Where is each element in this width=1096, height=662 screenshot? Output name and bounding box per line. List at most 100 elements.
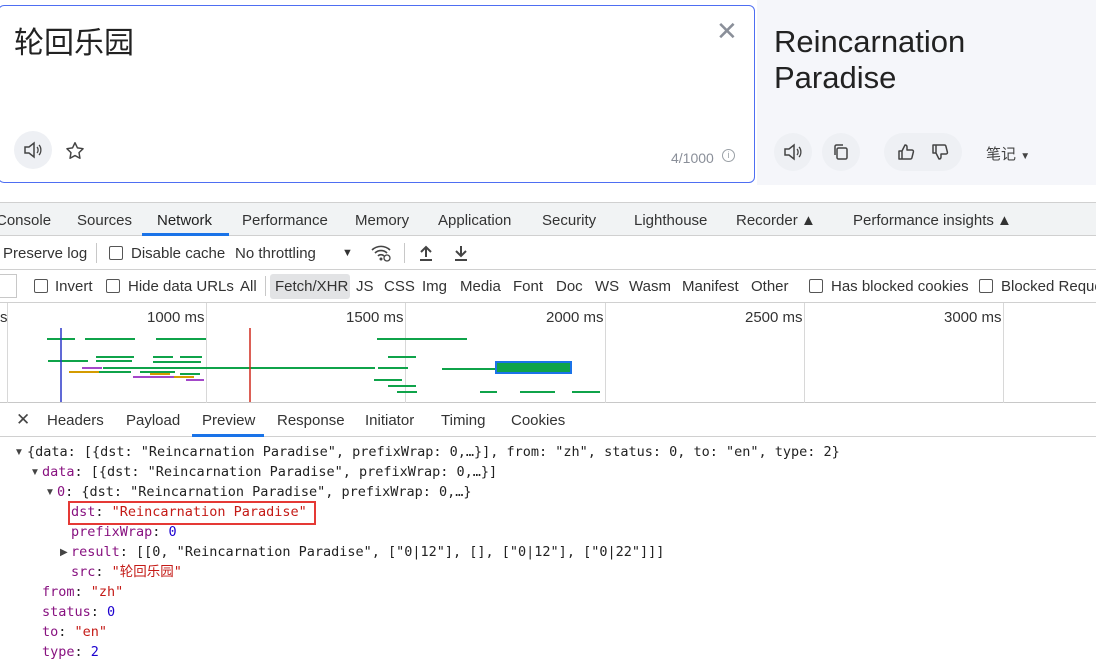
json-key: prefixWrap <box>71 524 153 540</box>
target-text: Reincarnation Paradise <box>774 24 966 95</box>
star-icon[interactable] <box>64 140 86 167</box>
tab-network[interactable]: Network <box>157 212 212 229</box>
type-filter-media[interactable]: Media <box>460 278 501 295</box>
blocked-requests-checkbox[interactable] <box>979 279 993 293</box>
json-value: [{dst: "Reincarnation Paradise", prefixW… <box>90 464 498 480</box>
caret-down-icon: ▼ <box>1020 151 1031 162</box>
type-filter-font[interactable]: Font <box>513 278 543 295</box>
tab-response[interactable]: Response <box>277 412 345 429</box>
tab-security[interactable]: Security <box>542 212 596 229</box>
type-filter-js[interactable]: JS <box>356 278 374 295</box>
source-speaker-button[interactable] <box>14 131 52 169</box>
copy-button[interactable] <box>822 133 860 171</box>
tab-performance-insights[interactable]: Performance insights <box>853 212 994 229</box>
preview-data-row[interactable]: data: [{dst: "Reincarnation Paradise", p… <box>42 462 497 482</box>
preview-root-summary[interactable]: {data: [{dst: "Reincarnation Paradise", … <box>27 442 840 462</box>
json-key: type <box>42 644 75 660</box>
tab-payload[interactable]: Payload <box>126 412 180 429</box>
request-detail-tabs: Headers Payload Preview Response Initiat… <box>0 403 1096 437</box>
expand-triangle-icon[interactable]: ▼ <box>45 487 55 498</box>
type-filter-other[interactable]: Other <box>751 278 789 295</box>
flask-icon: ▲ <box>997 212 1012 229</box>
invert-label[interactable]: Invert <box>55 278 93 295</box>
preview-from-row[interactable]: from: "zh" <box>42 582 123 602</box>
target-speaker-button[interactable] <box>774 133 812 171</box>
tab-performance[interactable]: Performance <box>242 212 328 229</box>
preview-src-row[interactable]: src: "轮回乐园" <box>71 562 182 582</box>
json-string-value: "轮回乐园" <box>111 564 182 580</box>
has-blocked-cookies-label[interactable]: Has blocked cookies <box>831 278 969 295</box>
tab-console[interactable]: Console <box>0 212 51 229</box>
type-filter-img[interactable]: Img <box>422 278 447 295</box>
tab-timing[interactable]: Timing <box>441 412 485 429</box>
devtools-tab-bar: Console Sources Network Performance Memo… <box>0 202 1096 236</box>
tab-recorder[interactable]: Recorder <box>736 212 798 229</box>
active-detail-tab-indicator <box>192 434 264 437</box>
network-conditions-icon[interactable] <box>370 243 392 268</box>
preview-item-row[interactable]: 0: {dst: "Reincarnation Paradise", prefi… <box>57 482 472 502</box>
close-icon[interactable]: ✕ <box>16 410 30 430</box>
type-filter-doc[interactable]: Doc <box>556 278 583 295</box>
json-value: {dst: "Reincarnation Paradise", prefixWr… <box>81 484 472 500</box>
json-key: src <box>71 564 96 580</box>
blocked-requests-label[interactable]: Blocked Reque <box>1001 278 1096 295</box>
hide-data-urls-checkbox[interactable] <box>106 279 120 293</box>
has-blocked-cookies-checkbox[interactable] <box>809 279 823 293</box>
expand-triangle-icon[interactable]: ▶ <box>60 547 68 558</box>
tab-memory[interactable]: Memory <box>355 212 409 229</box>
notes-label: 笔记 <box>986 146 1017 163</box>
json-key: result <box>71 544 120 560</box>
hide-data-urls-label[interactable]: Hide data URLs <box>128 278 234 295</box>
json-key: 0 <box>57 484 66 500</box>
preview-to-row[interactable]: to: "en" <box>42 622 107 642</box>
disable-cache-label[interactable]: Disable cache <box>131 245 225 262</box>
expand-triangle-icon[interactable]: ▼ <box>30 467 40 478</box>
tab-lighthouse[interactable]: Lighthouse <box>634 212 707 229</box>
tab-initiator[interactable]: Initiator <box>365 412 414 429</box>
preview-prefixwrap-row[interactable]: prefixWrap: 0 <box>71 522 177 542</box>
clear-icon[interactable]: ✕ <box>716 18 738 44</box>
type-filter-ws[interactable]: WS <box>595 278 619 295</box>
json-number-value: 0 <box>168 524 177 540</box>
json-string-value: "zh" <box>90 584 124 600</box>
source-text[interactable]: 轮回乐园 <box>14 18 134 62</box>
caret-down-icon[interactable]: ▼ <box>342 247 353 259</box>
preview-status-row[interactable]: status: 0 <box>42 602 115 622</box>
expand-triangle-icon[interactable]: ▼ <box>14 447 24 458</box>
export-har-icon[interactable] <box>453 244 469 267</box>
preserve-log-label[interactable]: Preserve log <box>3 245 87 262</box>
tab-application[interactable]: Application <box>438 212 511 229</box>
invert-checkbox[interactable] <box>34 279 48 293</box>
selected-request-bar <box>495 361 572 374</box>
disable-cache-checkbox[interactable] <box>109 246 123 260</box>
type-filter-manifest[interactable]: Manifest <box>682 278 739 295</box>
thumbs-down-icon[interactable] <box>930 142 950 167</box>
json-key: status <box>42 604 91 620</box>
divider <box>96 243 97 263</box>
preview-result-row[interactable]: result: [[0, "Reincarnation Paradise", [… <box>71 542 664 562</box>
type-filter-all[interactable]: All <box>240 278 257 295</box>
type-filter-css[interactable]: CSS <box>384 278 415 295</box>
tab-sources[interactable]: Sources <box>77 212 132 229</box>
copy-icon <box>834 144 848 160</box>
throttling-select[interactable]: No throttling <box>235 245 316 262</box>
network-toolbar: Preserve log Disable cache No throttling… <box>0 237 1096 270</box>
tab-preview[interactable]: Preview <box>202 412 255 429</box>
info-icon[interactable]: i <box>722 149 735 162</box>
thumbs-up-icon[interactable] <box>896 142 916 167</box>
active-tab-indicator <box>142 233 229 236</box>
import-har-icon[interactable] <box>418 244 434 267</box>
tab-headers[interactable]: Headers <box>47 412 104 429</box>
flask-icon: ▲ <box>801 212 816 229</box>
preview-type-row[interactable]: type: 2 <box>42 642 99 662</box>
notes-dropdown[interactable]: 笔记 ▼ <box>986 143 1030 164</box>
json-number-value: 0 <box>107 604 116 620</box>
filter-input[interactable] <box>0 274 17 298</box>
type-filter-fetch-xhr[interactable]: Fetch/XHR <box>275 278 348 295</box>
json-key: from <box>42 584 75 600</box>
tab-cookies[interactable]: Cookies <box>511 412 565 429</box>
timeline-waterfall <box>47 328 600 402</box>
json-number-value: 2 <box>90 644 99 660</box>
json-value: [[0, "Reincarnation Paradise", ["0|12"],… <box>136 544 665 560</box>
type-filter-wasm[interactable]: Wasm <box>629 278 671 295</box>
